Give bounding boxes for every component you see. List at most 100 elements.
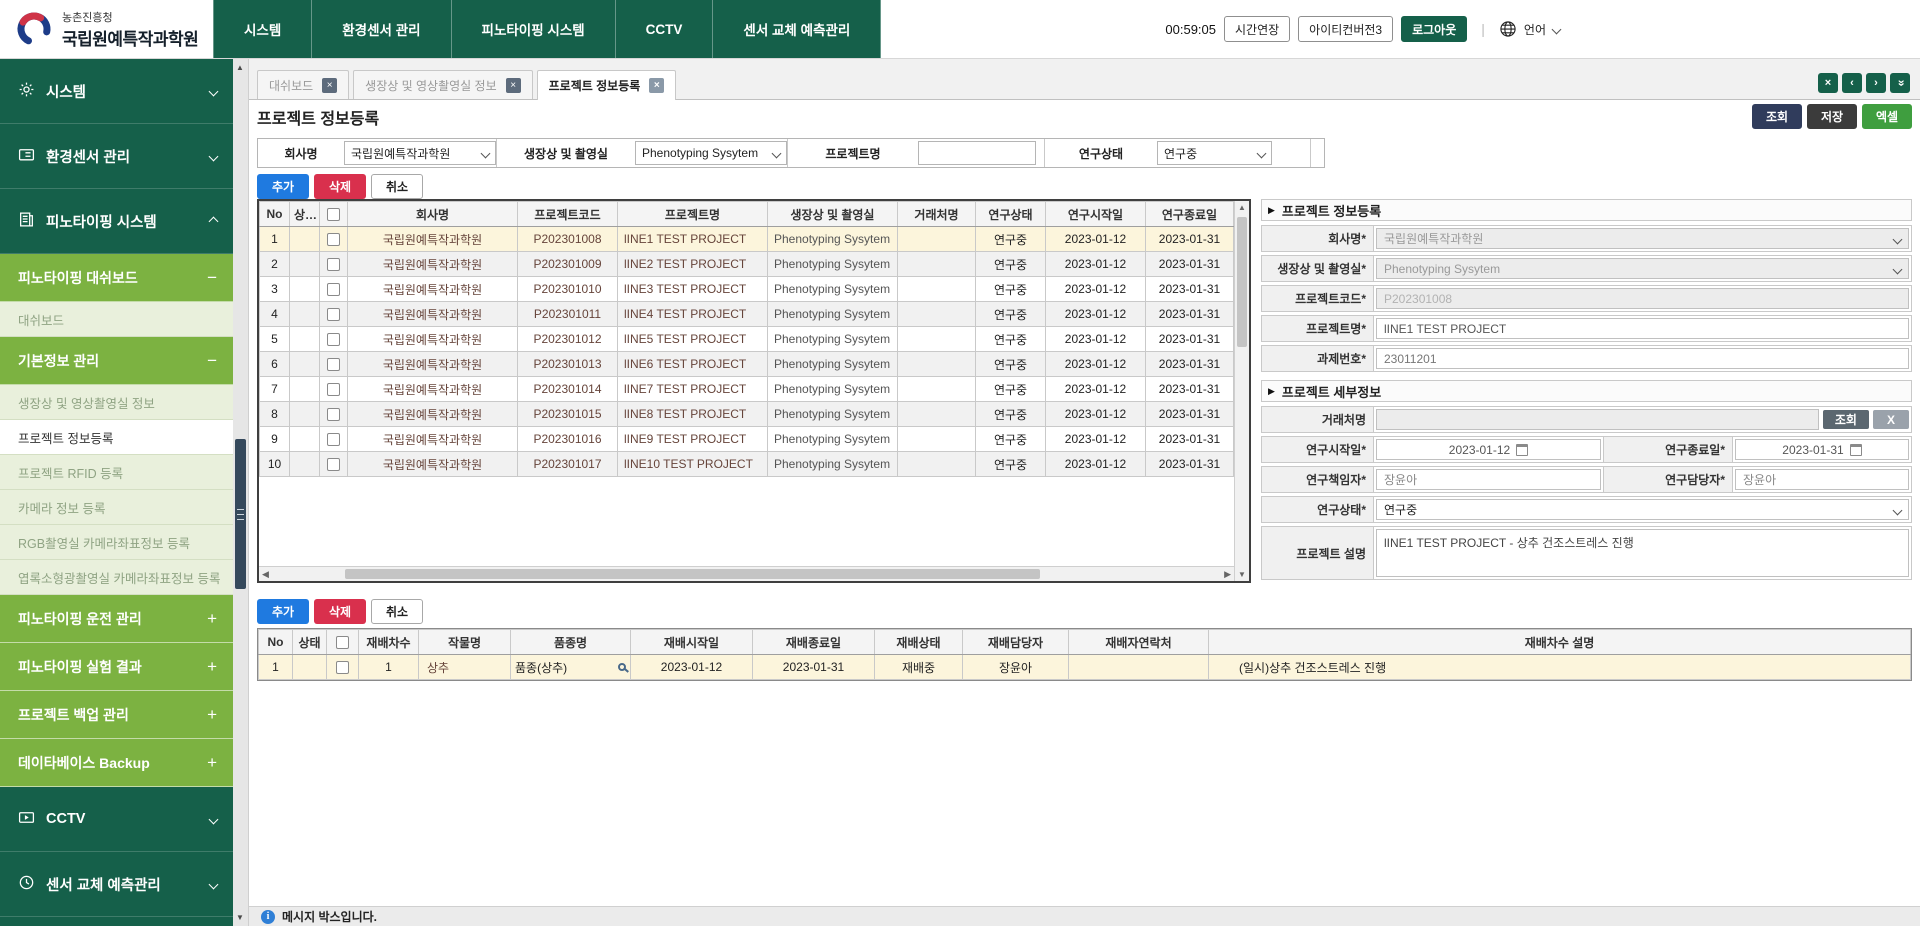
user-button[interactable]: 아이티컨버전3 (1298, 16, 1393, 42)
table-row[interactable]: 8 국립원예특작과학원 P202301015 lINE8 TEST PROJEC… (260, 402, 1234, 427)
save-button[interactable]: 저장 (1807, 104, 1857, 129)
row-checkbox[interactable] (327, 358, 340, 371)
sidebar-group-3[interactable]: 피노타이핑 대쉬보드 − (0, 254, 233, 302)
row-checkbox[interactable] (327, 283, 340, 296)
table-row[interactable]: 3 국립원예특작과학원 P202301010 lINE3 TEST PROJEC… (260, 277, 1234, 302)
extend-time-button[interactable]: 시간연장 (1224, 16, 1290, 42)
row-checkbox[interactable] (327, 458, 340, 471)
sidebar-item-17[interactable]: 센서 교체 예측관리 (0, 852, 233, 917)
client-clear-button[interactable]: X (1873, 410, 1909, 429)
row-checkbox[interactable] (327, 333, 340, 346)
add-button[interactable]: 추가 (257, 599, 309, 624)
sidebar-group-5[interactable]: 기본정보 관리 − (0, 337, 233, 385)
scroll-up-icon[interactable]: ▲ (1238, 203, 1246, 212)
collapse-all-icon[interactable]: « (1890, 73, 1910, 93)
research-status-select[interactable]: 연구중 (1376, 499, 1909, 520)
table-row[interactable]: 5 국립원예특작과학원 P202301012 lINE5 TEST PROJEC… (260, 327, 1234, 352)
add-button[interactable]: 추가 (257, 174, 309, 199)
search-icon[interactable] (618, 663, 626, 671)
tab-2[interactable]: 프로젝트 정보등록 × (537, 70, 677, 100)
task-number-field[interactable]: 23011201 (1376, 348, 1909, 369)
vertical-scrollbar[interactable]: ▲ ▼ (1234, 201, 1249, 581)
sidebar-group-15[interactable]: 데이타베이스 Backup + (0, 739, 233, 787)
cancel-button[interactable]: 취소 (371, 599, 423, 624)
top-menu-item-2[interactable]: 피노타이핑 시스템 (452, 0, 616, 58)
delete-button[interactable]: 삭제 (314, 174, 366, 199)
logout-button[interactable]: 로그아웃 (1401, 16, 1467, 42)
sidebar-scrollbar[interactable]: ▲ ▼ (233, 59, 249, 926)
filter-project-input[interactable] (918, 141, 1036, 165)
filter-company-select[interactable]: 국립원예특작과학원 (344, 141, 496, 165)
prev-tab-icon[interactable]: ‹ (1842, 73, 1862, 93)
project-desc-field[interactable]: lINE1 TEST PROJECT - 상추 건조스트레스 진행 (1376, 529, 1909, 577)
sidebar-leaf-9[interactable]: 카메라 정보 등록 (0, 490, 233, 525)
row-checkbox[interactable] (327, 233, 340, 246)
row-checkbox[interactable] (327, 258, 340, 271)
table-row[interactable]: 9 국립원예특작과학원 P202301016 lINE9 TEST PROJEC… (260, 427, 1234, 452)
sidebar-group-12[interactable]: 피노타이핑 운전 관리 + (0, 595, 233, 643)
sidebar-group-14[interactable]: 프로젝트 백업 관리 + (0, 691, 233, 739)
scroll-up-icon[interactable]: ▲ (236, 63, 244, 72)
table-row[interactable]: 7 국립원예특작과학원 P202301014 lINE7 TEST PROJEC… (260, 377, 1234, 402)
scrollbar-thumb[interactable] (1237, 217, 1247, 347)
select-all-checkbox[interactable] (327, 208, 340, 221)
table-row[interactable]: 6 국립원예특작과학원 P202301013 lINE6 TEST PROJEC… (260, 352, 1234, 377)
row-checkbox[interactable] (327, 383, 340, 396)
sidebar-leaf-7[interactable]: 프로젝트 정보등록 (0, 420, 233, 455)
search-button[interactable]: 조회 (1752, 104, 1802, 129)
sidebar-group-13[interactable]: 피노타이핑 실험 결과 + (0, 643, 233, 691)
tab-0[interactable]: 대쉬보드 × (257, 70, 349, 99)
cancel-button[interactable]: 취소 (371, 174, 423, 199)
top-menu-item-3[interactable]: CCTV (616, 0, 714, 58)
end-date-field[interactable]: 2023-01-31 (1735, 439, 1909, 460)
table-row[interactable]: 1 1 상추 품종(상추) 2023-01-12 2023-01-31 재배중 … (259, 655, 1911, 680)
research-manager-field[interactable]: 장윤아 (1735, 469, 1909, 490)
table-row[interactable]: 1 국립원예특작과학원 P202301008 lINE1 TEST PROJEC… (260, 227, 1234, 252)
splitter-handle[interactable] (235, 439, 246, 589)
sidebar-item-1[interactable]: 환경센서 관리 (0, 124, 233, 189)
close-icon[interactable]: × (506, 78, 521, 93)
scroll-down-icon[interactable]: ▼ (236, 913, 244, 922)
chamber-select[interactable]: Phenotyping Sysytem (1376, 258, 1909, 279)
close-icon[interactable]: × (649, 78, 664, 93)
horizontal-scrollbar[interactable]: ◀ ▶ (259, 566, 1234, 581)
project-name-field[interactable]: lINE1 TEST PROJECT (1376, 318, 1909, 339)
row-checkbox[interactable] (327, 408, 340, 421)
sidebar-item-16[interactable]: CCTV (0, 787, 233, 852)
scroll-left-icon[interactable]: ◀ (262, 569, 269, 580)
sidebar-leaf-8[interactable]: 프로젝트 RFID 등록 (0, 455, 233, 490)
row-checkbox[interactable] (336, 661, 349, 674)
sidebar-item-0[interactable]: 시스템 (0, 59, 233, 124)
client-search-button[interactable]: 조회 (1823, 410, 1869, 429)
scroll-down-icon[interactable]: ▼ (1238, 570, 1246, 579)
scrollbar-thumb[interactable] (345, 569, 1040, 579)
select-all-checkbox[interactable] (336, 636, 349, 649)
company-select[interactable]: 국립원예특작과학원 (1376, 228, 1909, 249)
table-row[interactable]: 2 국립원예특작과학원 P202301009 lINE2 TEST PROJEC… (260, 252, 1234, 277)
calendar-icon[interactable] (1850, 444, 1862, 456)
language-selector[interactable]: 언어 (1499, 20, 1560, 38)
top-menu-item-1[interactable]: 환경센서 관리 (312, 0, 451, 58)
sidebar-leaf-10[interactable]: RGB촬영실 카메라좌표정보 등록 (0, 525, 233, 560)
top-menu-item-0[interactable]: 시스템 (213, 0, 312, 58)
delete-button[interactable]: 삭제 (314, 599, 366, 624)
row-checkbox[interactable] (327, 308, 340, 321)
sidebar-item-2[interactable]: 피노타이핑 시스템 (0, 189, 233, 254)
close-icon[interactable]: × (322, 78, 337, 93)
row-checkbox[interactable] (327, 433, 340, 446)
sidebar-leaf-4[interactable]: 대쉬보드 (0, 302, 233, 337)
research-lead-field[interactable]: 장윤아 (1376, 469, 1601, 490)
calendar-icon[interactable] (1516, 444, 1528, 456)
close-icon[interactable]: × (1818, 73, 1838, 93)
filter-chamber-select[interactable]: Phenotyping Sysytem (635, 141, 787, 165)
top-menu-item-4[interactable]: 센서 교체 예측관리 (713, 0, 881, 58)
next-tab-icon[interactable]: › (1866, 73, 1886, 93)
scroll-right-icon[interactable]: ▶ (1224, 569, 1231, 580)
sidebar-leaf-6[interactable]: 생장상 및 영상촬영실 정보 (0, 385, 233, 420)
sidebar-leaf-11[interactable]: 엽록소형광촬영실 카메라좌표정보 등록 (0, 560, 233, 595)
table-row[interactable]: 4 국립원예특작과학원 P202301011 lINE4 TEST PROJEC… (260, 302, 1234, 327)
tab-1[interactable]: 생장상 및 영상촬영실 정보 × (353, 70, 532, 99)
start-date-field[interactable]: 2023-01-12 (1376, 439, 1601, 460)
excel-button[interactable]: 엑셀 (1862, 104, 1912, 129)
filter-status-select[interactable]: 연구중 (1157, 141, 1272, 165)
